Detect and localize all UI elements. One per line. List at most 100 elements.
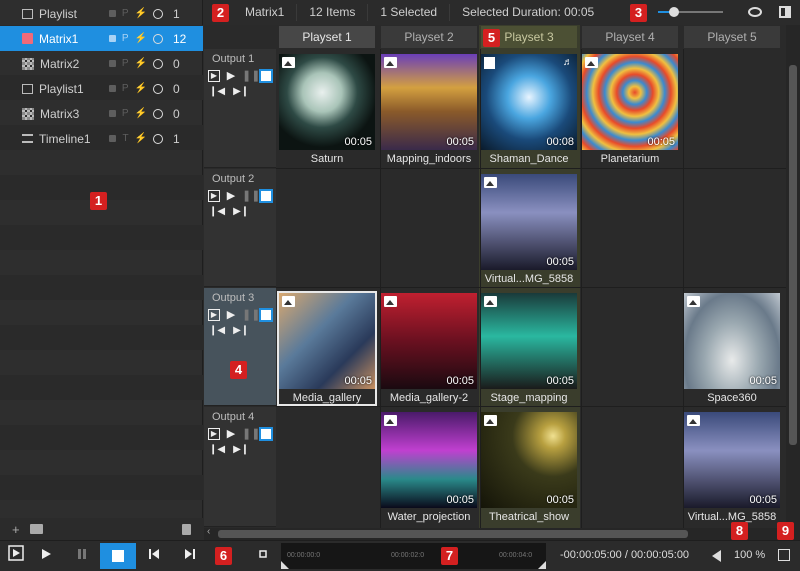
next-icon[interactable]: ▶❙: [233, 206, 249, 217]
playhead-end[interactable]: [538, 561, 546, 569]
zoom-slider[interactable]: [658, 7, 723, 17]
timeline-ruler[interactable]: 00:00:00:0 00:00:02:0 00:00:04:0: [281, 543, 546, 569]
play-icon[interactable]: ▶: [225, 70, 237, 82]
play-output-icon[interactable]: [6, 545, 26, 567]
media-thumbnail[interactable]: 00:05: [582, 54, 678, 150]
fit-timeline-icon[interactable]: [253, 545, 273, 567]
play-icon[interactable]: [36, 545, 56, 567]
lock-icon[interactable]: [109, 135, 117, 142]
media-thumbnail[interactable]: 00:05: [481, 293, 577, 389]
mode-flag[interactable]: P: [122, 8, 129, 19]
lock-icon[interactable]: [108, 85, 116, 92]
media-thumbnail[interactable]: ♬ 00:08: [481, 54, 577, 150]
previous-icon[interactable]: ❙◀: [209, 86, 225, 97]
playset-column-header[interactable]: Playset 1: [279, 26, 375, 48]
flash-icon[interactable]: ⚡: [135, 83, 147, 94]
media-cell[interactable]: 00:05 Planetarium: [582, 54, 678, 165]
lock-icon[interactable]: [108, 35, 116, 42]
mode-flag[interactable]: P: [122, 83, 129, 94]
media-thumbnail[interactable]: 00:05: [381, 293, 477, 389]
media-cell[interactable]: 00:05 Mapping_indoors: [381, 54, 477, 165]
media-thumbnail[interactable]: 00:05: [684, 412, 780, 508]
volume-level[interactable]: 100 %: [734, 549, 765, 561]
next-icon[interactable]: [180, 545, 200, 567]
media-cell[interactable]: 00:05 Media_gallery-2: [381, 293, 477, 404]
previous-icon[interactable]: [144, 545, 164, 567]
sequence-item[interactable]: Matrix3 P ⚡ 0: [0, 101, 203, 126]
pause-icon[interactable]: ❚❚: [242, 190, 260, 202]
previous-icon[interactable]: ❙◀: [209, 206, 225, 217]
trash-icon[interactable]: [182, 523, 191, 535]
flash-icon[interactable]: ⚡: [135, 58, 147, 69]
scroll-left-icon[interactable]: ‹: [207, 526, 210, 537]
media-thumbnail[interactable]: 00:05: [481, 174, 577, 270]
play-output-icon[interactable]: ▶: [208, 428, 220, 440]
clock-icon[interactable]: [153, 8, 163, 19]
mode-flag[interactable]: T: [122, 133, 128, 144]
lock-icon[interactable]: [108, 10, 116, 17]
panel-toggle-icon[interactable]: [779, 6, 791, 18]
pause-icon[interactable]: ❚❚: [242, 309, 260, 321]
playset-column-header[interactable]: Playset 2: [381, 26, 477, 48]
clock-icon[interactable]: [153, 58, 163, 69]
mode-flag[interactable]: P: [122, 33, 129, 44]
sequence-item[interactable]: Playlist1 P ⚡ 0: [0, 76, 203, 101]
eye-icon[interactable]: [748, 7, 762, 17]
pause-icon[interactable]: ❚❚: [242, 428, 260, 440]
lock-icon[interactable]: [108, 60, 116, 67]
next-icon[interactable]: ▶❙: [233, 325, 249, 336]
media-thumbnail[interactable]: 00:05: [279, 54, 375, 150]
output-row-header[interactable]: Output 4 ▶ ▶ ❚❚ ❙◀ ▶❙: [204, 407, 276, 527]
lock-icon[interactable]: [108, 110, 116, 117]
mode-flag[interactable]: P: [122, 58, 129, 69]
stop-icon[interactable]: [259, 427, 273, 441]
vertical-scroll-thumb[interactable]: [789, 65, 797, 445]
media-cell[interactable]: 00:05 Saturn: [279, 54, 375, 165]
horizontal-scrollbar[interactable]: ‹: [204, 526, 800, 540]
sequence-item[interactable]: Playlist P ⚡ 1: [0, 1, 203, 26]
media-thumbnail[interactable]: 00:05: [381, 54, 477, 150]
playset-column-header[interactable]: Playset 4: [582, 26, 678, 48]
flash-icon[interactable]: ⚡: [135, 133, 147, 144]
mode-flag[interactable]: P: [122, 108, 129, 119]
media-thumbnail[interactable]: 00:05: [684, 293, 780, 389]
flash-icon[interactable]: ⚡: [135, 8, 147, 19]
next-icon[interactable]: ▶❙: [233, 444, 249, 455]
stop-icon[interactable]: [259, 69, 273, 83]
stop-button[interactable]: [100, 543, 136, 569]
media-cell[interactable]: 00:05 Stage_mapping: [481, 293, 577, 404]
stop-icon[interactable]: [259, 308, 273, 322]
clock-icon[interactable]: [153, 108, 163, 119]
clock-icon[interactable]: [153, 33, 163, 44]
media-cell[interactable]: 00:05 Water_projection: [381, 412, 477, 523]
play-output-icon[interactable]: ▶: [208, 70, 220, 82]
previous-icon[interactable]: ❙◀: [209, 325, 225, 336]
media-cell[interactable]: 00:05 Space360: [684, 293, 780, 404]
media-cell[interactable]: 00:05 Virtual...MG_5858: [481, 174, 577, 285]
add-button[interactable]: +: [12, 522, 20, 537]
matrix-name-dropdown[interactable]: Matrix1: [233, 4, 298, 21]
playset-column-header[interactable]: Playset 5: [684, 26, 780, 48]
output-row-header[interactable]: Output 3 ▶ ▶ ❚❚ ❙◀ ▶❙: [204, 288, 276, 406]
playhead-start[interactable]: [281, 561, 289, 569]
pause-icon[interactable]: [72, 545, 92, 567]
sequence-item[interactable]: Timeline1 T ⚡ 1: [0, 126, 203, 151]
media-cell[interactable]: 00:05 Theatrical_show: [481, 412, 577, 523]
zoom-slider-handle[interactable]: [669, 7, 679, 17]
flash-icon[interactable]: ⚡: [135, 108, 147, 119]
media-cell[interactable]: ♬ 00:08 Shaman_Dance: [481, 54, 577, 165]
play-icon[interactable]: ▶: [225, 428, 237, 440]
stop-icon[interactable]: [259, 189, 273, 203]
next-icon[interactable]: ▶❙: [233, 86, 249, 97]
previous-icon[interactable]: ❙◀: [209, 444, 225, 455]
folder-icon[interactable]: [29, 524, 43, 534]
sequence-item[interactable]: Matrix1 P ⚡ 12: [0, 26, 203, 51]
horizontal-scroll-thumb[interactable]: [218, 530, 688, 538]
media-thumbnail[interactable]: 00:05: [279, 293, 375, 389]
clock-icon[interactable]: [153, 133, 163, 144]
play-icon[interactable]: ▶: [225, 309, 237, 321]
media-thumbnail[interactable]: 00:05: [381, 412, 477, 508]
sequence-item[interactable]: Matrix2 P ⚡ 0: [0, 51, 203, 76]
media-cell[interactable]: 00:05 Virtual...MG_5858: [684, 412, 780, 523]
volume-icon[interactable]: [712, 550, 721, 562]
